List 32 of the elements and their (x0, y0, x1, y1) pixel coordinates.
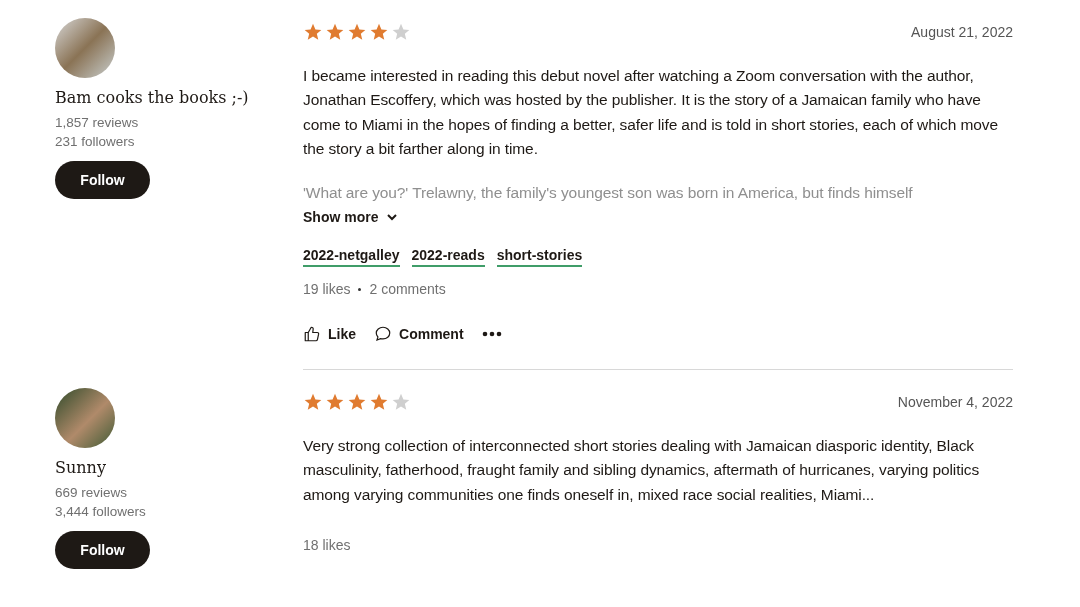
reviewer-name: Sunny (55, 458, 106, 478)
star-icon (325, 22, 345, 42)
comments-count[interactable]: 2 comments (369, 281, 446, 298)
follow-button[interactable]: Follow (55, 531, 150, 570)
thumbs-up-icon (303, 325, 321, 344)
review-text: I became interested in reading this debut novel after watching a Zoom conversation with the author, Jonathan Escoffery, which was hosted by the publisher. It is the story of a Jamaican family who have come to Miami in the hopes of finding a better, safer life and is told in short stories, each of which move the story a bit farther along in time. (303, 66, 999, 159)
comment-button[interactable]: Comment (374, 325, 464, 344)
star-icon (391, 22, 411, 42)
likes-count[interactable]: 19 likes (303, 281, 351, 298)
likes-count[interactable]: 18 likes (303, 537, 351, 554)
separator-dot (358, 287, 362, 291)
review-text: Very strong collection of interconnected short stories dealing with Jamaican diasporic identity, Black masculinity, fatherhood, fraught family and sibling dynamics, aftermath of hurricanes, varying politics among varying communities one finds oneself in, mixed race social realities, Miami... (303, 436, 981, 505)
avatar-photo (55, 18, 115, 78)
show-more-button[interactable]: Show more (303, 209, 399, 226)
review-count: 669 reviews (55, 484, 128, 503)
follower-count: 3,444 followers (55, 503, 146, 522)
speech-bubble-icon (374, 325, 392, 344)
follower-count: 231 followers (55, 133, 135, 151)
shelf-tag[interactable]: 2022-netgalley (303, 247, 400, 268)
like-button[interactable]: Like (303, 325, 356, 344)
shelf-tag[interactable]: 2022-reads (411, 247, 485, 268)
review-text-faded: 'What are you?' Trelawny, the family's youngest son was born in America, but finds himself (303, 183, 914, 204)
shelf-tag[interactable]: short-stories (496, 247, 583, 268)
reviewer-name: Bam cooks the books ;-) (55, 88, 249, 107)
more-options-icon[interactable] (481, 331, 502, 338)
review-date: August 21, 2022 (911, 24, 1013, 40)
review-date: November 4, 2022 (897, 394, 1013, 411)
star-icon (347, 22, 367, 42)
star-icon (369, 22, 389, 42)
star-icon (303, 22, 323, 42)
review-count: 1,857 reviews (55, 114, 139, 132)
follow-button[interactable]: Follow (55, 161, 150, 199)
